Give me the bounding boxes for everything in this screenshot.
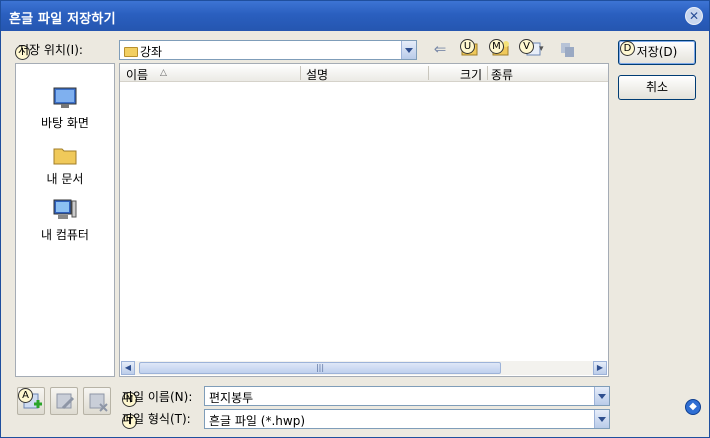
column-type[interactable]: 종류 [491, 66, 513, 83]
computer-icon [53, 199, 77, 219]
title-bar[interactable]: 흔글 파일 저장하기 ✕ [1, 1, 709, 31]
save-label: 저장(D) [636, 45, 678, 59]
close-icon[interactable]: ✕ [685, 7, 703, 25]
location-combo[interactable]: 강좌 [119, 40, 417, 60]
chevron-down-icon[interactable] [594, 387, 609, 405]
remove-place-icon [89, 393, 108, 412]
copy-icon [561, 43, 574, 57]
filetype-label: 파일 형식(T): [122, 412, 191, 426]
folder-icon [53, 148, 77, 165]
desktop-icon [53, 87, 77, 108]
save-dialog: 흔글 파일 저장하기 ✕ I 저장 위치(I): 강좌 ⇐ U M ▾ V 바탕… [0, 0, 710, 438]
chevron-down-icon[interactable] [401, 41, 416, 59]
scroll-thumb[interactable]: ||| [139, 362, 501, 374]
newfolder-hotkey-badge: M [489, 39, 504, 54]
filetype-select[interactable]: 흔글 파일 (*.hwp) [204, 409, 610, 429]
location-value: 강좌 [124, 43, 162, 60]
filename-value: 편지봉투 [209, 391, 254, 405]
column-divider[interactable] [487, 66, 488, 80]
edit-place-icon [56, 393, 75, 410]
horizontal-scrollbar[interactable]: ◀ ||| ▶ [121, 361, 607, 375]
view-caret-icon: ▾ [539, 44, 544, 54]
back-arrow-icon[interactable]: ⇐ [431, 40, 449, 60]
column-description[interactable]: 설명 [306, 66, 328, 83]
sort-asc-icon: △ [160, 68, 167, 78]
add-hotkey-badge: A [18, 388, 33, 403]
filetype-value: 흔글 파일 (*.hwp) [209, 414, 306, 428]
view-hotkey-badge: V [519, 39, 534, 54]
edit-place-button[interactable] [50, 387, 78, 415]
column-size[interactable]: 크기 [460, 66, 482, 83]
help-icon[interactable]: ◆ [685, 399, 701, 415]
folder-icon [124, 47, 138, 57]
file-list[interactable]: 이름 △ 설명 크기 종류 ◀ ||| ▶ [119, 63, 609, 377]
filename-label: 파일 이름(N): [122, 390, 193, 404]
column-divider[interactable] [428, 66, 429, 80]
cancel-button[interactable]: 취소 [618, 75, 696, 100]
chevron-down-icon[interactable] [594, 410, 609, 428]
list-header: 이름 △ 설명 크기 종류 [120, 64, 608, 82]
scroll-right-icon[interactable]: ▶ [593, 361, 607, 375]
location-text: 강좌 [140, 45, 163, 59]
place-label: 바탕 화면 [41, 116, 89, 130]
places-bar: 바탕 화면 내 문서 내 컴퓨터 [15, 63, 115, 377]
place-desktop[interactable]: 바탕 화면 [16, 86, 114, 131]
cancel-label: 취소 [645, 80, 669, 94]
place-label: 내 컴퓨터 [41, 228, 89, 242]
place-label: 내 문서 [46, 172, 84, 186]
filename-input[interactable]: 편지봉투 [204, 386, 610, 406]
scroll-left-icon[interactable]: ◀ [121, 361, 135, 375]
save-hotkey-badge: D [620, 41, 635, 56]
remove-place-button[interactable] [83, 387, 111, 415]
tools-button[interactable] [558, 39, 578, 59]
place-my-computer[interactable]: 내 컴퓨터 [16, 198, 114, 243]
place-my-documents[interactable]: 내 문서 [16, 144, 114, 187]
dialog-title: 흔글 파일 저장하기 [9, 12, 116, 27]
up-hotkey-badge: U [460, 39, 475, 54]
column-divider[interactable] [300, 66, 301, 80]
column-name[interactable]: 이름 [126, 66, 148, 83]
location-label: 저장 위치(I): [18, 43, 83, 57]
